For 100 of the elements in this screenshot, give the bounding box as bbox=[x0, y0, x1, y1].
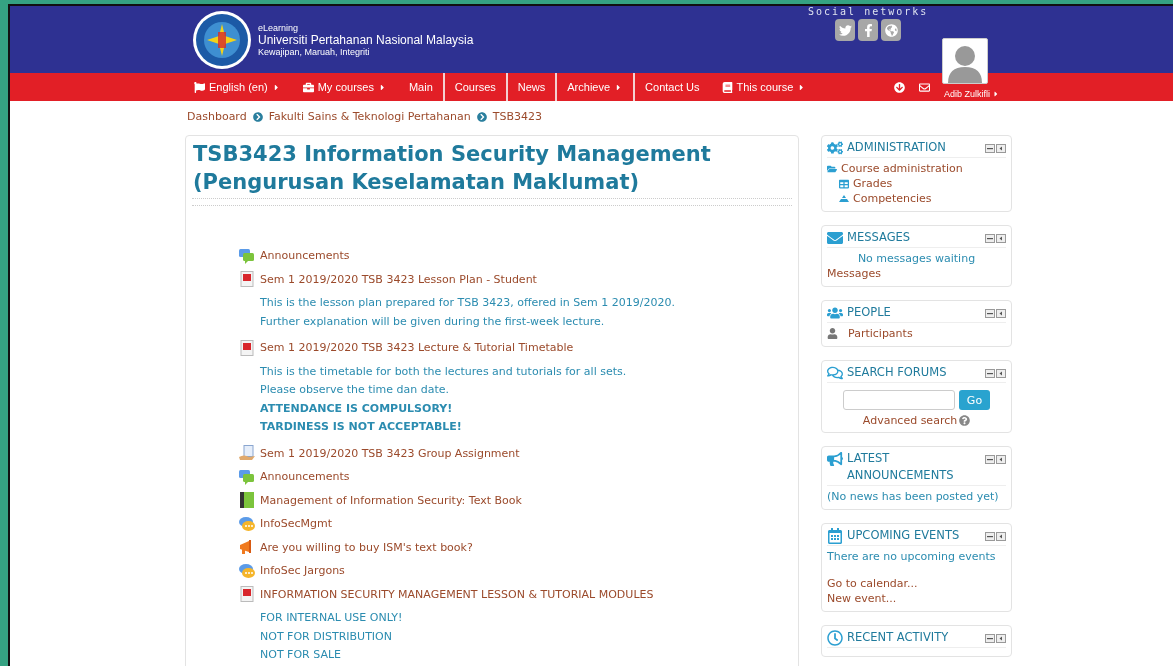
envelope-icon bbox=[827, 230, 843, 246]
block-link[interactable]: New event... bbox=[827, 591, 897, 606]
nav-item[interactable]: Archieve bbox=[555, 73, 634, 101]
social-label: Social networks bbox=[808, 6, 929, 17]
chevron-icon bbox=[252, 111, 263, 122]
dock-icon[interactable] bbox=[996, 532, 1006, 541]
activity-description: This is the lesson plan prepared for TSB 3423, offered in Sem 1 2019/2020. bbox=[260, 295, 676, 311]
collapse-icon[interactable] bbox=[985, 144, 995, 153]
block-title: MESSAGES bbox=[847, 229, 912, 246]
activity-description: TARDINESS IS NOT ACCEPTABLE! bbox=[260, 419, 463, 435]
download-icon[interactable] bbox=[894, 81, 905, 93]
activity-link[interactable]: Are you willing to buy ISM's text book? bbox=[260, 540, 473, 554]
assignment-icon bbox=[239, 445, 255, 462]
activity-description: This is the timetable for both the lectures and tutorials for all sets. bbox=[260, 363, 628, 380]
dock-icon[interactable] bbox=[996, 309, 1006, 318]
help-icon[interactable] bbox=[959, 415, 971, 426]
person-silhouette-icon bbox=[948, 45, 982, 83]
block-link[interactable]: Competencies bbox=[853, 191, 932, 206]
collapse-icon[interactable] bbox=[985, 455, 995, 464]
gears-icon bbox=[827, 140, 843, 156]
people-icon bbox=[827, 305, 843, 321]
block-title: PEOPLE bbox=[847, 304, 892, 321]
collapse-icon[interactable] bbox=[985, 309, 995, 318]
clock-icon bbox=[827, 630, 843, 646]
site-motto: Kewajipan, Maruah, Integriti bbox=[258, 46, 371, 57]
activity-link[interactable]: Sem 1 2019/2020 TSB 3423 Lesson Plan - Student bbox=[260, 272, 537, 286]
user-icon bbox=[827, 328, 838, 339]
dock-icon[interactable] bbox=[996, 634, 1006, 643]
block-title: UPCOMING EVENTS bbox=[847, 527, 961, 544]
breadcrumb-link[interactable]: Dashboard bbox=[187, 110, 247, 123]
book-icon bbox=[721, 81, 733, 93]
block-message: No messages waiting bbox=[857, 251, 976, 266]
book-icon bbox=[239, 492, 255, 509]
briefcase-icon bbox=[302, 81, 314, 93]
site-kicker: eLearning bbox=[258, 22, 300, 33]
activity-description: Please observe the time dan date. bbox=[260, 382, 451, 398]
activity-description: Further explanation will be given during the first-week lecture. bbox=[260, 313, 606, 330]
forum-icon bbox=[239, 468, 255, 485]
dock-icon[interactable] bbox=[996, 369, 1006, 378]
activity-description: ATTENDANCE IS COMPULSORY! bbox=[260, 400, 454, 417]
collapse-icon[interactable] bbox=[985, 532, 995, 541]
dock-icon[interactable] bbox=[996, 144, 1006, 153]
calendar-icon bbox=[827, 528, 843, 544]
activity-link[interactable]: INFORMATION SECURITY MANAGEMENT LESSON & TUTORIAL MODULES bbox=[260, 587, 654, 601]
folder-icon bbox=[827, 163, 837, 174]
activity-link[interactable]: InfoSec Jargons bbox=[260, 564, 345, 578]
collapse-icon[interactable] bbox=[985, 634, 995, 643]
nav-item[interactable]: Contact Us bbox=[633, 73, 710, 101]
breadcrumb-link[interactable]: TSB3423 bbox=[492, 110, 542, 123]
activity-link[interactable]: Announcements bbox=[260, 470, 350, 484]
dock-icon[interactable] bbox=[996, 455, 1006, 464]
facebook-button[interactable] bbox=[858, 19, 879, 41]
block-link[interactable]: Go to calendar... bbox=[827, 576, 918, 591]
block-message: There are no upcoming events bbox=[827, 549, 996, 564]
block-message: (No news has been posted yet) bbox=[827, 489, 999, 504]
activity-link[interactable]: Management of Information Security: Text Book bbox=[260, 493, 522, 507]
advanced-search-link[interactable]: Advanced search bbox=[862, 414, 958, 427]
user-avatar[interactable] bbox=[942, 38, 988, 84]
flag-icon bbox=[194, 81, 205, 93]
block-link[interactable]: Messages bbox=[827, 266, 881, 281]
breadcrumb-link[interactable]: Fakulti Sains & Teknologi Pertahanan bbox=[268, 110, 471, 123]
activity-link[interactable]: Announcements bbox=[260, 249, 350, 263]
university-emblem-icon bbox=[192, 9, 252, 70]
site-title[interactable]: Universiti Pertahanan Nasional Malaysia bbox=[258, 32, 474, 47]
bird-icon bbox=[838, 23, 852, 37]
mail-icon[interactable] bbox=[919, 81, 930, 93]
nav-item[interactable]: News bbox=[505, 73, 556, 101]
nav-item[interactable]: English (en) bbox=[186, 73, 291, 101]
collapse-icon[interactable] bbox=[985, 234, 995, 243]
block-title: LATEST ANNOUNCEMENTS bbox=[847, 450, 955, 484]
chevron-icon bbox=[476, 111, 487, 122]
activity-link[interactable]: Sem 1 2019/2020 TSB 3423 Lecture & Tutorial Timetable bbox=[260, 341, 574, 355]
pdf-file-icon bbox=[239, 586, 255, 603]
block-title: RECENT ACTIVITY bbox=[847, 629, 950, 646]
block-title: ADMINISTRATION bbox=[847, 139, 947, 156]
activity-description: FOR INTERNAL USE ONLY! bbox=[260, 610, 404, 626]
collapse-icon[interactable] bbox=[985, 369, 995, 378]
nav-item[interactable]: This course bbox=[709, 73, 817, 101]
block-link[interactable]: Course administration bbox=[841, 161, 963, 176]
block-link[interactable]: Participants bbox=[848, 326, 913, 341]
table-icon bbox=[839, 178, 849, 189]
chat-icon bbox=[239, 562, 255, 579]
search-field[interactable] bbox=[842, 390, 955, 410]
activity-link[interactable]: Sem 1 2019/2020 TSB 3423 Group Assignment bbox=[260, 446, 520, 460]
nav-item[interactable]: Courses bbox=[442, 73, 506, 101]
competency-icon bbox=[839, 194, 849, 203]
globe-button[interactable] bbox=[881, 19, 902, 41]
activity-description: NOT FOR DISTRIBUTION bbox=[260, 628, 393, 645]
pdf-file-icon bbox=[239, 271, 255, 288]
nav-item[interactable]: Main bbox=[396, 73, 443, 101]
user-menu[interactable]: Adib Zulkifli bbox=[944, 89, 1000, 101]
megaphone-icon bbox=[827, 451, 843, 467]
forum-icon bbox=[239, 247, 255, 264]
activity-description: NOT FOR SALE bbox=[260, 647, 343, 663]
globe-icon bbox=[884, 23, 898, 37]
twitter-button[interactable] bbox=[835, 19, 856, 41]
activity-link[interactable]: InfoSecMgmt bbox=[260, 517, 333, 531]
dock-icon[interactable] bbox=[996, 234, 1006, 243]
nav-item[interactable]: My courses bbox=[290, 73, 397, 101]
block-link[interactable]: Grades bbox=[853, 176, 893, 191]
